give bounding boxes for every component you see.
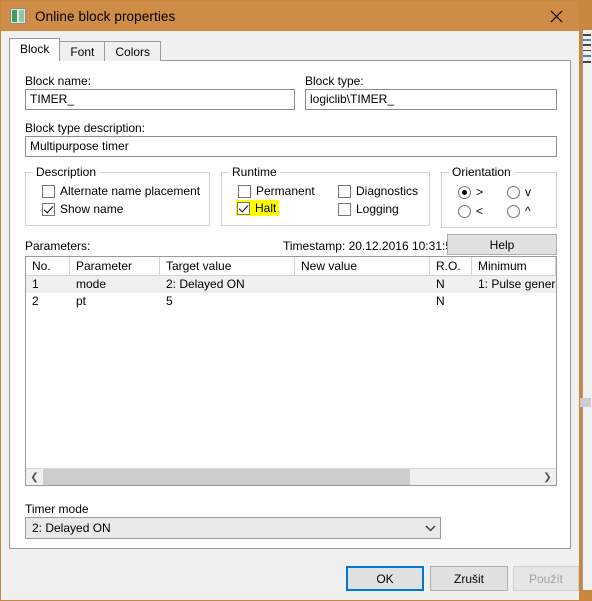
column-header-parameter[interactable]: Parameter bbox=[70, 257, 160, 275]
cell-target-value: 2: Delayed ON bbox=[166, 277, 245, 291]
timer-mode-dropdown[interactable]: 2: Delayed ON bbox=[25, 517, 441, 539]
radio-orientation-down[interactable]: v bbox=[507, 185, 531, 199]
close-icon bbox=[550, 10, 562, 22]
checkbox-box bbox=[338, 184, 351, 198]
runtime-group-title: Runtime bbox=[229, 165, 280, 179]
tab-colors[interactable]: Colors bbox=[104, 41, 162, 61]
table-row[interactable]: 2 pt 5 N bbox=[26, 293, 556, 310]
cell-target-value: 5 bbox=[166, 294, 173, 308]
column-header-new-value[interactable]: New value bbox=[295, 257, 430, 275]
cell-no: 1 bbox=[32, 277, 39, 291]
tab-strip: Block Font Colors bbox=[9, 38, 162, 61]
radio-label: ^ bbox=[525, 204, 531, 218]
tab-font[interactable]: Font bbox=[59, 41, 106, 61]
title-bar: Online block properties bbox=[1, 1, 579, 31]
block-name-input[interactable]: TIMER_ bbox=[25, 89, 295, 110]
parameters-grid-header: No. Parameter Target value New value R.O… bbox=[26, 257, 556, 276]
column-header-minimum[interactable]: Minimum bbox=[472, 257, 556, 275]
block-properties-icon bbox=[10, 8, 26, 24]
block-type-description-label: Block type description: bbox=[25, 121, 146, 135]
block-type-description-input[interactable]: Multipurpose timer bbox=[25, 136, 557, 157]
cell-minimum: 1: Pulse genera… bbox=[478, 277, 556, 291]
background-window-content bbox=[583, 34, 591, 70]
chevron-right-icon[interactable]: ❯ bbox=[539, 469, 556, 485]
block-type-input[interactable]: logiclib\TIMER_ bbox=[305, 89, 557, 110]
column-header-target-value[interactable]: Target value bbox=[160, 257, 295, 275]
checkbox-box bbox=[338, 202, 351, 216]
tab-block[interactable]: Block bbox=[9, 38, 61, 61]
scrollbar-track[interactable] bbox=[43, 469, 539, 485]
checkbox-box bbox=[237, 201, 250, 215]
radio-dot bbox=[507, 204, 520, 218]
radio-label: v bbox=[525, 185, 531, 199]
checkbox-box bbox=[42, 184, 55, 198]
close-button[interactable] bbox=[533, 1, 579, 31]
checkbox-logging[interactable]: Logging bbox=[338, 202, 399, 216]
radio-orientation-right[interactable]: > bbox=[458, 185, 483, 199]
radio-label: < bbox=[476, 204, 484, 218]
timestamp-label: Timestamp: 20.12.2016 10:31:53 bbox=[283, 239, 459, 253]
grid-horizontal-scrollbar[interactable]: ❮ ❯ bbox=[26, 468, 556, 485]
checkbox-permanent[interactable]: Permanent bbox=[238, 184, 315, 198]
scrollbar-thumb[interactable] bbox=[43, 469, 411, 485]
checkbox-show-name[interactable]: Show name bbox=[42, 202, 123, 216]
chevron-down-icon bbox=[420, 525, 440, 532]
checkbox-label: Show name bbox=[60, 202, 124, 216]
cell-ro: N bbox=[436, 294, 445, 308]
radio-dot bbox=[458, 185, 471, 199]
description-group-title: Description bbox=[33, 165, 100, 179]
chevron-left-icon[interactable]: ❮ bbox=[26, 469, 43, 485]
column-header-no[interactable]: No. bbox=[26, 257, 70, 275]
checkbox-label: Logging bbox=[356, 202, 399, 216]
radio-label: > bbox=[476, 185, 484, 199]
cell-parameter: pt bbox=[76, 294, 87, 308]
checkbox-halt[interactable]: Halt bbox=[236, 200, 280, 216]
cell-ro: N bbox=[436, 277, 445, 291]
dialog-button-bar: OK Zrušit Použít bbox=[1, 557, 579, 600]
timer-mode-label: Timer mode bbox=[25, 502, 89, 516]
cell-no: 2 bbox=[32, 294, 39, 308]
orientation-groupbox: Orientation > < v ^ bbox=[441, 165, 557, 228]
checkbox-alternate-name-placement[interactable]: Alternate name placement bbox=[42, 184, 200, 198]
apply-button: Použít bbox=[513, 566, 579, 591]
description-groupbox: Description Alternate name placement Sho… bbox=[25, 165, 210, 226]
radio-dot bbox=[458, 204, 471, 218]
orientation-group-title: Orientation bbox=[449, 165, 514, 179]
checkbox-label: Diagnostics bbox=[356, 184, 419, 198]
cell-parameter: mode bbox=[76, 277, 107, 291]
block-name-label: Block name: bbox=[25, 74, 92, 88]
cell-minimum bbox=[472, 293, 556, 310]
radio-dot bbox=[507, 185, 520, 199]
parameters-label: Parameters: bbox=[25, 239, 91, 253]
checkbox-diagnostics[interactable]: Diagnostics bbox=[338, 184, 418, 198]
ok-button[interactable]: OK bbox=[346, 566, 424, 591]
checkbox-box bbox=[238, 184, 251, 198]
checkbox-box bbox=[42, 202, 55, 216]
radio-orientation-up[interactable]: ^ bbox=[507, 204, 531, 218]
background-window-scrollbar[interactable] bbox=[580, 398, 591, 407]
block-type-label: Block type: bbox=[305, 74, 364, 88]
cell-new-value[interactable] bbox=[295, 276, 430, 293]
table-row[interactable]: 1 mode 2: Delayed ON N 1: Pulse genera… bbox=[26, 276, 556, 293]
timer-mode-value: 2: Delayed ON bbox=[32, 521, 111, 535]
parameters-grid[interactable]: No. Parameter Target value New value R.O… bbox=[25, 256, 557, 486]
radio-orientation-left[interactable]: < bbox=[458, 204, 483, 218]
block-tab-panel: Block name: TIMER_ Block type: logiclib\… bbox=[9, 60, 571, 549]
cancel-button[interactable]: Zrušit bbox=[430, 566, 508, 591]
cell-new-value[interactable] bbox=[295, 293, 430, 310]
column-header-ro[interactable]: R.O. bbox=[430, 257, 472, 275]
online-block-properties-dialog: Online block properties Block Font Color… bbox=[0, 0, 580, 601]
checkbox-label: Permanent bbox=[256, 184, 315, 198]
background-window-panel bbox=[582, 30, 592, 590]
window-title: Online block properties bbox=[35, 8, 176, 24]
checkbox-label: Halt bbox=[255, 201, 277, 215]
checkbox-label: Alternate name placement bbox=[60, 184, 201, 198]
runtime-groupbox: Runtime Permanent Halt Diagnostics Loggi… bbox=[221, 165, 430, 226]
help-button[interactable]: Help bbox=[447, 234, 557, 255]
